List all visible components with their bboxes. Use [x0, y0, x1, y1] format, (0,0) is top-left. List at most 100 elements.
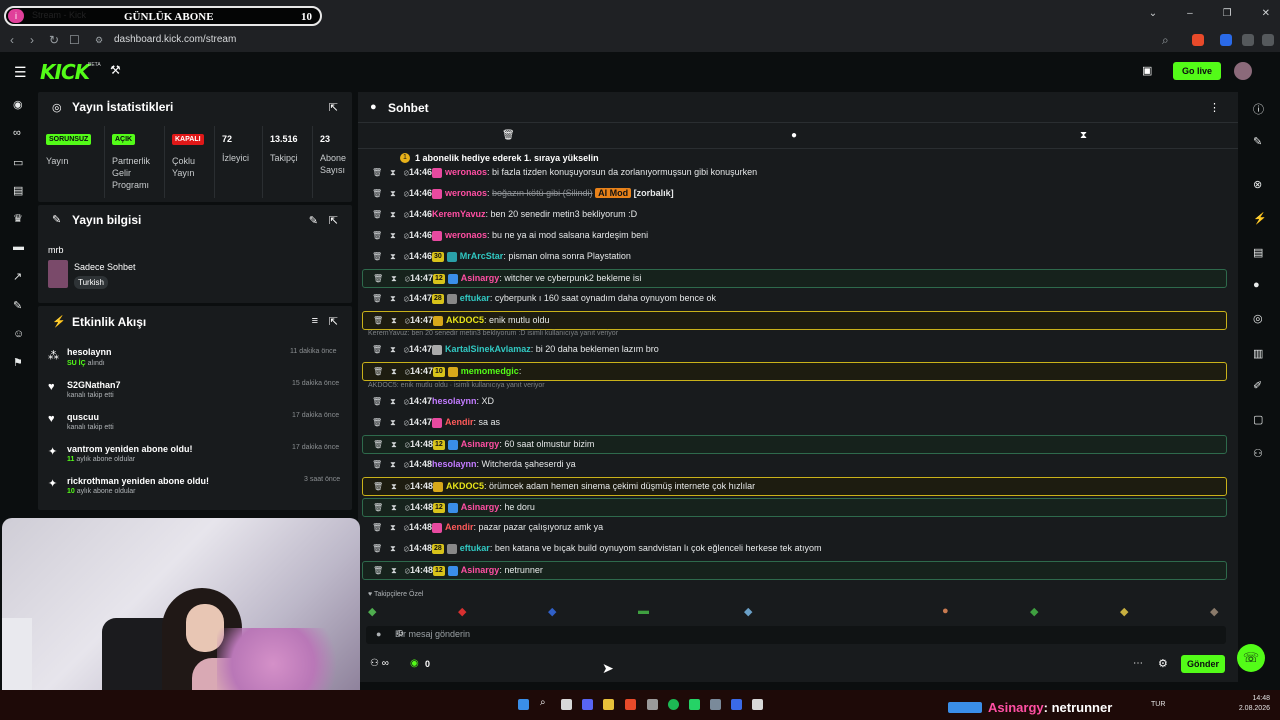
emote-icon[interactable]: ◆ [458, 605, 466, 618]
username[interactable]: memomedgic [461, 366, 519, 376]
discord-icon[interactable] [582, 699, 593, 710]
username[interactable]: weronaos [445, 230, 487, 240]
chat-message[interactable]: 🗑⧗⊘ 14:46 KeremYavuz: ben 20 senedir metin… [362, 206, 1227, 225]
trash-icon[interactable]: 🗑 [502, 130, 515, 141]
chat-message[interactable]: 🗑⧗⊘ 14:46 weronaos: bu ne ya ai mod salsan… [362, 227, 1227, 246]
clock[interactable]: 14:48 2.08.2026 [1224, 694, 1270, 714]
menu-icon[interactable] [1262, 34, 1274, 46]
link-icon[interactable]: ∞ [13, 127, 21, 139]
emote-icon[interactable]: ◆ [1210, 605, 1218, 618]
popout-icon[interactable]: ⇱ [329, 214, 338, 227]
extensions-icon[interactable] [1242, 34, 1254, 46]
settings-app-icon[interactable] [710, 699, 721, 710]
lang-indicator[interactable]: TUR [1151, 700, 1165, 710]
trophy-icon[interactable]: ♛ [13, 212, 23, 225]
support-icon[interactable]: ☏ [1237, 644, 1265, 672]
stream-nav-icon[interactable]: ◉ [13, 98, 23, 111]
activity-name[interactable]: quscuu [67, 412, 99, 422]
chat-message[interactable]: 🗑⧗⊘ 14:48 12 Asinargy: he doru [362, 498, 1227, 517]
chat-input[interactable]: ● Bir mesaj gönderin ☺ [366, 626, 1226, 644]
spotify-icon[interactable] [668, 699, 679, 710]
username[interactable]: Asinargy [461, 565, 500, 575]
username[interactable]: MrArcStar [460, 251, 504, 261]
chat-message[interactable]: 🗑⧗⊘ 14:46 30 MrArcStar: pisman olma sonra P… [362, 248, 1227, 267]
emote-icon[interactable]: ◆ [368, 605, 376, 618]
bookmark-icon[interactable]: ☐ [69, 33, 80, 47]
close-icon[interactable]: ✕ [1262, 8, 1270, 19]
username[interactable]: Asinargy [461, 439, 500, 449]
chat-mode-icon[interactable]: ● [791, 130, 797, 141]
settings-icon[interactable]: ⚙ [1158, 657, 1168, 670]
emote-icon[interactable]: ▬ [638, 605, 649, 617]
username[interactable]: hesolaynn [432, 459, 477, 469]
chat-message[interactable]: 🗑⧗⊘ 14:47 28 eftukar: cyberpunk ı 160 saat … [362, 290, 1227, 309]
analytics-icon[interactable]: ↗ [13, 270, 22, 283]
more-options-icon[interactable]: ⋮ [1209, 101, 1220, 114]
chat-message[interactable]: 🗑⧗⊘ 14:47 hesolaynn: XD [362, 393, 1227, 412]
back-icon[interactable]: ‹ [10, 33, 14, 47]
maximize-icon[interactable]: ❐ [1223, 8, 1232, 19]
app-icon[interactable] [647, 699, 658, 710]
extension-icon[interactable] [1220, 34, 1232, 46]
username[interactable]: eftukar [460, 543, 490, 553]
wrench-icon[interactable]: ✎ [13, 299, 22, 312]
filter-icon[interactable]: ≡ [312, 315, 318, 327]
kick-logo[interactable]: KICK [40, 60, 90, 84]
chat-message[interactable]: 🗑⧗⊘ 14:48 Aendir: pazar pazar çalışıyoruz … [362, 519, 1227, 538]
folder-icon[interactable] [603, 699, 614, 710]
edit-icon[interactable]: ✎ [309, 214, 318, 227]
start-icon[interactable] [518, 699, 529, 710]
popout-icon[interactable]: ⇱ [329, 315, 338, 328]
chat-message[interactable]: 🗑⧗⊘ 14:47 AKDOC5: enik mutlu oldu [362, 311, 1227, 330]
video-icon[interactable]: ▬ [13, 241, 24, 253]
chat-message[interactable]: 🗑⧗⊘ 14:48 12 Asinargy: netrunner [362, 561, 1227, 580]
activity-name[interactable]: vantrom yeniden abone oldu! [67, 444, 193, 454]
pen-icon[interactable]: ✎ [1253, 135, 1262, 148]
zoom-icon[interactable]: ⌕ [1162, 33, 1169, 48]
chat-message[interactable]: 🗑⧗⊘ 14:47 10 memomedgic: [362, 362, 1227, 381]
user-group-icon[interactable]: ⚇ ∞ [370, 658, 389, 669]
pinned-leaderboard[interactable]: 1 abonelik hediye ederek 1. sıraya yükse… [415, 153, 599, 163]
camera-icon[interactable]: ▣ [1142, 64, 1152, 77]
chat-message[interactable]: 🗑⧗⊘ 14:47 12 Asinargy: witcher ve cyberpunk… [362, 269, 1227, 288]
chat-message[interactable]: 🗑⧗⊘ 14:46 weronaos: bi fazla tizden konuşu… [362, 164, 1227, 183]
crosshair-icon[interactable]: ⊗ [1253, 178, 1262, 191]
popout-icon[interactable]: ⇱ [329, 101, 338, 114]
brave-icon[interactable] [625, 699, 636, 710]
url-text[interactable]: dashboard.kick.com/stream [114, 34, 236, 45]
tabs-dropdown-icon[interactable]: ⌄ [1149, 8, 1157, 19]
username[interactable]: eftukar [460, 293, 490, 303]
username[interactable]: AKDOC5 [446, 315, 484, 325]
username[interactable]: KartalSinekAvlamaz [445, 344, 531, 354]
note-icon[interactable]: ▤ [1253, 246, 1263, 259]
chat-more-icon[interactable]: ⋯ [1133, 658, 1143, 669]
search-icon[interactable]: ⌕ [540, 697, 551, 708]
emoji-icon[interactable]: ☺ [395, 628, 1218, 639]
bolt-icon[interactable]: ⚡ [1253, 212, 1267, 225]
go-live-button[interactable]: Go live [1173, 62, 1221, 80]
slow-mode-icon[interactable]: ⧗ [1080, 130, 1087, 141]
user-avatar[interactable] [1234, 62, 1252, 80]
emote-icon[interactable]: ◆ [744, 605, 752, 618]
photos-icon[interactable] [731, 699, 742, 710]
forward-icon[interactable]: › [30, 33, 34, 47]
username[interactable]: Asinargy [461, 273, 500, 283]
info-icon[interactable]: ⓘ [1253, 101, 1264, 117]
username[interactable]: weronaos [445, 167, 487, 177]
username[interactable]: Aendir [445, 417, 474, 427]
chart-icon[interactable]: ▤ [13, 184, 23, 197]
emote-icon[interactable]: ◆ [1030, 605, 1038, 618]
hammer-icon[interactable]: ⚒ [110, 63, 121, 77]
site-info-icon[interactable]: ⚙ [95, 35, 103, 46]
activity-name[interactable]: rickrothman yeniden abone oldu! [67, 476, 209, 486]
emote-icon[interactable]: ● [942, 605, 949, 617]
username[interactable]: Aendir [445, 522, 474, 532]
minimize-icon[interactable]: – [1187, 8, 1193, 19]
emote-icon[interactable]: ◆ [1120, 605, 1128, 618]
chat-message[interactable]: 🗑⧗⊘ 14:47 Aendir: sa as [362, 414, 1227, 433]
reload-icon[interactable]: ↻ [49, 33, 59, 47]
chat-message[interactable]: 🗑⧗⊘ 14:46 weronaos: boğazın kötü gibi (Sil… [362, 185, 1227, 204]
username[interactable]: Asinargy [461, 502, 500, 512]
chat-message[interactable]: 🗑⧗⊘ 14:47 KartalSinekAvlamaz: bi 20 daha b… [362, 341, 1227, 360]
chat-message[interactable]: 🗑⧗⊘ 14:48 AKDOC5: örümcek adam hemen sinem… [362, 477, 1227, 496]
